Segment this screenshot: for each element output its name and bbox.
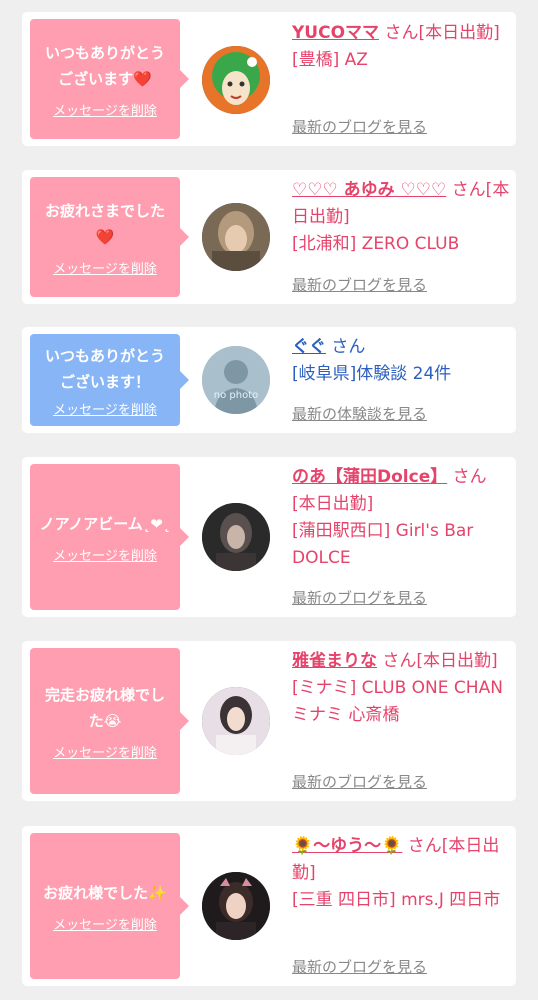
- message-card: お疲れさまでした ❤️ メッセージを削除 ♡♡♡ あゆみ ♡♡♡ さん[本日出勤…: [22, 170, 516, 304]
- sender-info: YUCOママ さん[本日出勤] [豊橋] AZ: [292, 20, 510, 74]
- message-card: お疲れ様でした✨ メッセージを削除 🌻〜ゆう〜🌻 さん[本日出勤] [三重 四日…: [22, 826, 516, 986]
- message-bubble: いつもありがとう ございます！ メッセージを削除: [30, 334, 189, 426]
- view-latest-link[interactable]: 最新のブログを見る: [292, 956, 427, 977]
- avatar[interactable]: [202, 203, 270, 271]
- no-photo-silhouette-icon: [202, 346, 270, 414]
- message-bubble: ノアノアビーム˛❤︎˛ メッセージを削除: [30, 464, 189, 610]
- delete-message-link[interactable]: メッセージを削除: [53, 399, 157, 418]
- sender-name-link[interactable]: 雅雀まりな: [292, 651, 377, 671]
- message-card: いつもありがとう ございます！ メッセージを削除 no photo ぐぐ さん …: [22, 327, 516, 433]
- sender-name-link[interactable]: 🌻〜ゆう〜🌻: [292, 836, 402, 856]
- avatar-photo: [202, 203, 270, 271]
- sender-status: さん[本日出勤]: [382, 651, 498, 671]
- message-text: ノアノアビーム˛❤︎˛: [39, 514, 171, 533]
- sender-name-link[interactable]: のあ【蒲田Dolce】: [292, 467, 447, 487]
- message-text: 完走お疲れ様でし た😭: [44, 685, 165, 730]
- sender-location: [岐阜県]体験談 24件: [292, 364, 452, 384]
- no-photo-label: no photo: [213, 390, 259, 401]
- message-card: いつもありがとう ございます❤️ メッセージを削除 YUCOママ さん[本日出勤…: [22, 12, 516, 146]
- sender-name-link[interactable]: YUCOママ: [292, 23, 379, 43]
- view-latest-link[interactable]: 最新の体験談を見る: [292, 403, 427, 424]
- sender-status: さん[本日出勤]: [384, 23, 500, 43]
- delete-message-link[interactable]: メッセージを削除: [53, 258, 157, 277]
- avatar-photo: [202, 872, 270, 940]
- sender-location: [北浦和] ZERO CLUB: [292, 234, 460, 254]
- avatar[interactable]: [202, 687, 270, 755]
- sender-name-link[interactable]: ぐぐ: [292, 337, 326, 357]
- delete-message-link[interactable]: メッセージを削除: [53, 545, 157, 564]
- view-latest-link[interactable]: 最新のブログを見る: [292, 771, 427, 792]
- message-bubble: いつもありがとう ございます❤️ メッセージを削除: [30, 19, 189, 139]
- sender-location: [ミナミ] CLUB ONE CHAN ミナミ 心斎橋: [292, 678, 503, 725]
- message-bubble: お疲れさまでした ❤️ メッセージを削除: [30, 177, 189, 297]
- message-text: いつもありがとう ございます！: [44, 346, 165, 391]
- message-card: 完走お疲れ様でし た😭 メッセージを削除 雅雀まりな さん[本日出勤] [ミナミ…: [22, 641, 516, 801]
- sender-info: 🌻〜ゆう〜🌻 さん[本日出勤] [三重 四日市] mrs.J 四日市: [292, 833, 510, 914]
- avatar-photo: [202, 503, 270, 571]
- sender-name-link[interactable]: ♡♡♡ あゆみ ♡♡♡: [292, 180, 446, 200]
- avatar[interactable]: [202, 46, 270, 114]
- view-latest-link[interactable]: 最新のブログを見る: [292, 274, 427, 295]
- message-bubble: お疲れ様でした✨ メッセージを削除: [30, 833, 189, 979]
- message-text: お疲れさまでした ❤️: [44, 201, 165, 246]
- message-text: お疲れ様でした✨: [43, 883, 167, 902]
- avatar-illustration: [202, 46, 270, 114]
- avatar[interactable]: [202, 872, 270, 940]
- sender-location: [豊橋] AZ: [292, 50, 368, 70]
- sender-info: ぐぐ さん [岐阜県]体験談 24件: [292, 334, 510, 388]
- sender-location: [蒲田駅西口] Girl's Bar DOLCE: [292, 521, 474, 568]
- avatar-photo: [202, 687, 270, 755]
- message-text: いつもありがとう ございます❤️: [44, 43, 165, 88]
- sender-location: [三重 四日市] mrs.J 四日市: [292, 890, 501, 910]
- sender-status: さん: [331, 337, 366, 357]
- avatar[interactable]: no photo: [202, 346, 270, 414]
- delete-message-link[interactable]: メッセージを削除: [53, 100, 157, 119]
- avatar[interactable]: [202, 503, 270, 571]
- delete-message-link[interactable]: メッセージを削除: [53, 742, 157, 761]
- delete-message-link[interactable]: メッセージを削除: [53, 914, 157, 933]
- message-card: ノアノアビーム˛❤︎˛ メッセージを削除 のあ【蒲田Dolce】 さん[本日出勤…: [22, 457, 516, 617]
- view-latest-link[interactable]: 最新のブログを見る: [292, 116, 427, 137]
- sender-info: ♡♡♡ あゆみ ♡♡♡ さん[本日出勤] [北浦和] ZERO CLUB: [292, 177, 510, 258]
- sender-info: のあ【蒲田Dolce】 さん[本日出勤] [蒲田駅西口] Girl's Bar …: [292, 464, 510, 572]
- view-latest-link[interactable]: 最新のブログを見る: [292, 587, 427, 608]
- message-bubble: 完走お疲れ様でし た😭 メッセージを削除: [30, 648, 189, 794]
- sender-info: 雅雀まりな さん[本日出勤] [ミナミ] CLUB ONE CHAN ミナミ 心…: [292, 648, 510, 729]
